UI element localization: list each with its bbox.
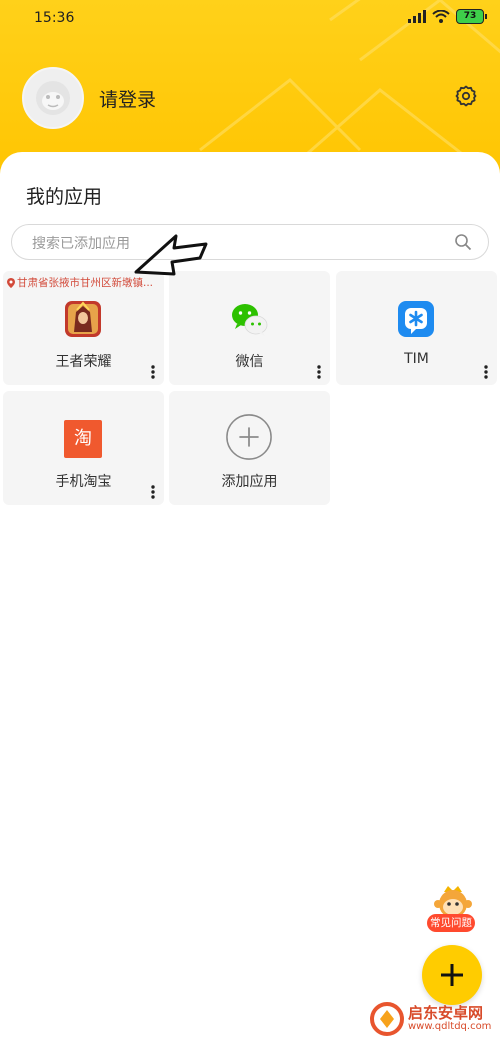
app-tile-honor-of-kings[interactable]: 甘肃省张掖市甘州区新墩镇... 王者荣耀 bbox=[3, 271, 164, 385]
avatar[interactable] bbox=[22, 67, 84, 129]
add-circle-icon bbox=[226, 414, 272, 460]
battery-icon: 73 bbox=[456, 9, 487, 24]
search-placeholder: 搜索已添加应用 bbox=[32, 236, 130, 252]
status-time: 15:36 bbox=[34, 10, 75, 26]
honor-of-kings-icon bbox=[65, 301, 101, 337]
app-tile-tim[interactable]: TIM bbox=[336, 271, 497, 385]
watermark: 启东安卓网 www.qdltdq.com bbox=[370, 1000, 498, 1038]
more-options-icon[interactable] bbox=[484, 365, 488, 379]
wifi-icon bbox=[432, 10, 450, 23]
add-fab-button[interactable] bbox=[422, 945, 482, 1005]
app-name: 手机淘宝 bbox=[55, 474, 112, 490]
watermark-logo-icon bbox=[370, 1002, 404, 1036]
app-name: TIM bbox=[404, 351, 429, 367]
status-bar: 15:36 73 bbox=[0, 0, 500, 36]
more-options-icon[interactable] bbox=[151, 485, 155, 499]
status-icons: 73 bbox=[408, 9, 487, 24]
app-name: 微信 bbox=[235, 354, 264, 370]
app-tile-wechat[interactable]: 微信 bbox=[169, 271, 330, 385]
watermark-title: 启东安卓网 bbox=[408, 1004, 484, 1022]
app-name: 添加应用 bbox=[221, 474, 278, 490]
login-label[interactable]: 请登录 bbox=[99, 85, 156, 112]
more-options-icon[interactable] bbox=[151, 365, 155, 379]
monkey-avatar-icon bbox=[36, 81, 70, 115]
wechat-icon bbox=[232, 304, 268, 336]
search-icon[interactable] bbox=[454, 233, 472, 251]
profile-row[interactable]: 请登录 bbox=[22, 67, 156, 129]
watermark-url: www.qdltdq.com bbox=[408, 1021, 492, 1032]
faq-button[interactable]: 常见问题 bbox=[424, 884, 482, 936]
more-options-icon[interactable] bbox=[317, 365, 321, 379]
signal-icon bbox=[408, 10, 426, 23]
app-tile-taobao[interactable]: 淘 手机淘宝 bbox=[3, 391, 164, 505]
faq-label[interactable]: 常见问题 bbox=[427, 914, 475, 932]
plus-icon bbox=[441, 964, 463, 986]
section-title: 我的应用 bbox=[26, 186, 103, 208]
annotation-arrow-icon bbox=[134, 234, 208, 276]
gear-icon[interactable] bbox=[454, 84, 478, 108]
tim-icon bbox=[398, 301, 434, 337]
search-input[interactable]: 搜索已添加应用 bbox=[11, 224, 489, 260]
location-pin-icon bbox=[7, 277, 15, 288]
taobao-icon: 淘 bbox=[64, 420, 102, 458]
app-name: 王者荣耀 bbox=[55, 354, 112, 370]
add-app-tile[interactable]: 添加应用 bbox=[169, 391, 330, 505]
